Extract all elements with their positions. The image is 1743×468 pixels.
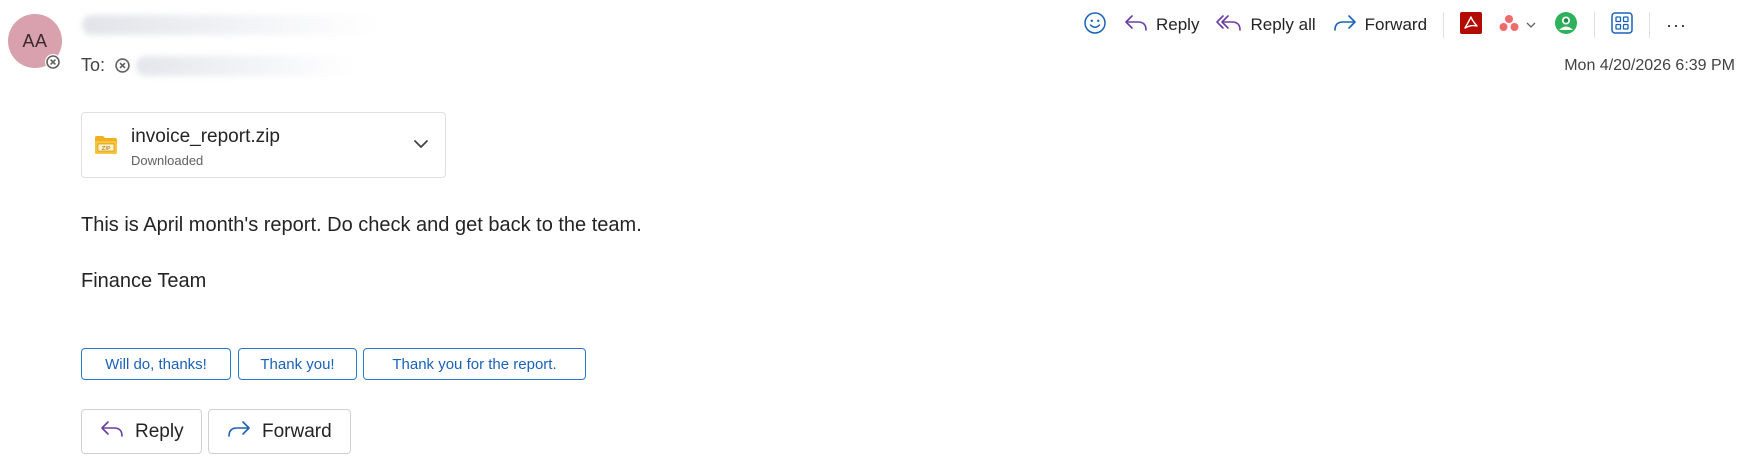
toolbar-divider (1443, 12, 1445, 38)
loop-app-button[interactable] (1546, 8, 1586, 42)
attachment-card[interactable]: ZIP invoice_report.zip Downloaded (81, 112, 446, 178)
forward-label: Forward (1364, 15, 1428, 34)
more-dots-icon: ··· (1666, 14, 1688, 35)
svg-text:ZIP: ZIP (102, 146, 111, 152)
message-toolbar: Reply Reply all Forward ··· (1075, 8, 1695, 42)
adobe-pdf-icon (1460, 11, 1483, 39)
reply-all-label: Reply all (1250, 15, 1316, 34)
reply-button[interactable]: Reply (1115, 8, 1207, 42)
green-circle-app-icon (1554, 11, 1578, 40)
more-options-button[interactable]: ··· (1658, 8, 1695, 42)
chevron-down-icon[interactable] (412, 137, 430, 156)
bottom-forward-button[interactable]: Forward (208, 409, 351, 454)
chevron-down-icon[interactable] (1524, 15, 1538, 35)
recipient-redacted (136, 56, 356, 76)
react-button[interactable] (1075, 8, 1115, 42)
toolbar-divider (1649, 12, 1651, 38)
apps-button[interactable] (1603, 8, 1641, 42)
bottom-forward-label: Forward (262, 420, 332, 442)
bottom-reply-label: Reply (135, 420, 184, 442)
apps-grid-icon (1611, 11, 1633, 39)
reply-arrow-icon (99, 419, 125, 445)
recipient-status-icon (114, 57, 130, 73)
toolbar-divider (1594, 12, 1596, 38)
suggested-reply-1[interactable]: Will do, thanks! (81, 348, 231, 380)
reply-all-arrow-icon (1215, 13, 1243, 38)
message-signature: Finance Team (81, 270, 207, 292)
forward-button[interactable]: Forward (1324, 8, 1435, 42)
asana-button[interactable] (1490, 8, 1546, 42)
forward-arrow-icon (226, 419, 252, 445)
reply-all-button[interactable]: Reply all (1207, 8, 1323, 42)
adobe-pdf-button[interactable] (1452, 8, 1490, 42)
presence-status-icon (45, 54, 61, 70)
reply-label: Reply (1156, 15, 1200, 34)
attachment-filename: invoice_report.zip (131, 126, 280, 147)
smiley-icon (1083, 11, 1107, 40)
sent-timestamp: Mon 4/20/2026 6:39 PM (1564, 57, 1735, 74)
forward-arrow-icon (1332, 13, 1358, 38)
sender-name-redacted (82, 15, 382, 35)
attachment-status: Downloaded (131, 153, 204, 168)
zip-folder-icon: ZIP (94, 135, 118, 160)
message-body-text: This is April month's report. Do check a… (81, 214, 642, 236)
suggested-reply-2[interactable]: Thank you! (238, 348, 357, 380)
asana-icon (1498, 13, 1520, 38)
to-label: To: (81, 55, 106, 75)
suggested-reply-3[interactable]: Thank you for the report. (363, 348, 586, 380)
reply-arrow-icon (1123, 13, 1149, 38)
bottom-reply-button[interactable]: Reply (81, 409, 202, 454)
